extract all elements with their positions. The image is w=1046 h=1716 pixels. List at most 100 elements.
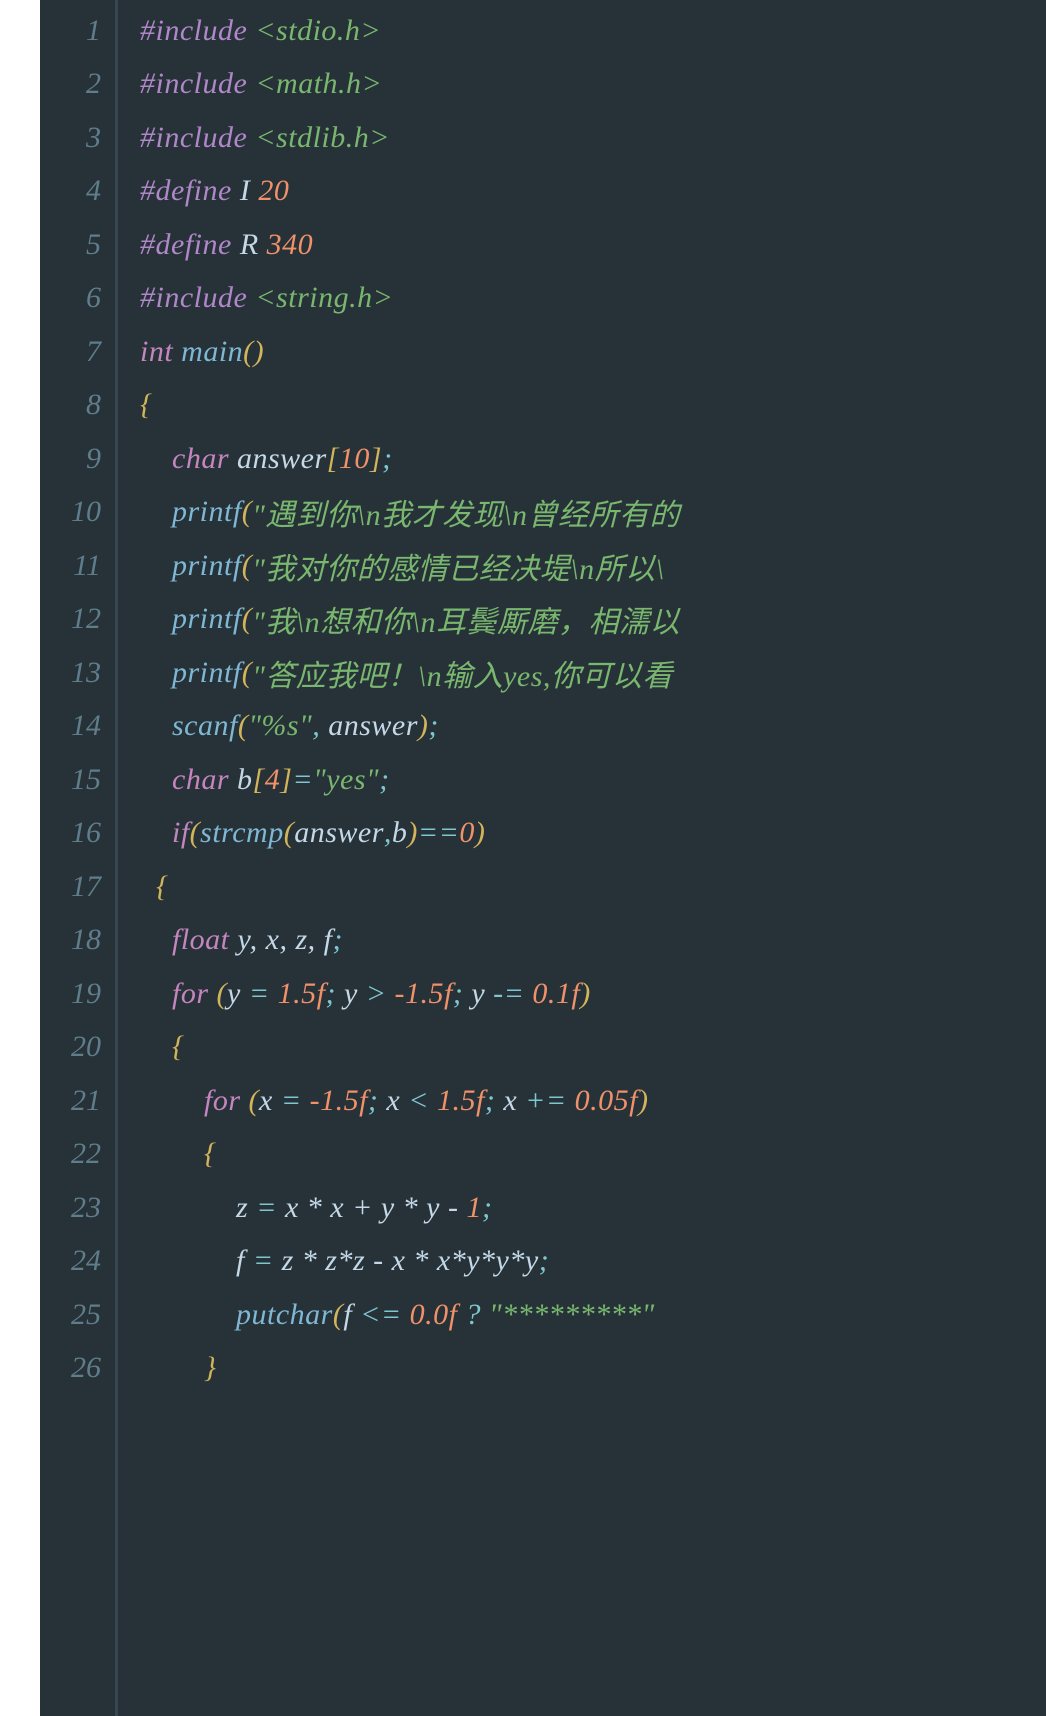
function-call: printf [172, 602, 242, 636]
function-name: main [181, 335, 243, 369]
code-line[interactable]: #define R 340 [140, 218, 1046, 272]
preprocessor: #include [140, 281, 255, 315]
indent [140, 1030, 172, 1064]
code-line[interactable]: { [140, 1128, 1046, 1182]
line-number: 18 [40, 914, 115, 968]
bracket: [ [327, 442, 339, 476]
variable: x [386, 1084, 408, 1118]
code-line[interactable]: #include <stdlib.h> [140, 111, 1046, 165]
define: #define [140, 174, 240, 208]
type: int [140, 335, 181, 369]
code-line[interactable]: #include <math.h> [140, 58, 1046, 112]
line-number: 10 [40, 486, 115, 540]
keyword: for [204, 1084, 249, 1118]
string: "答应我吧！\n输入yes,你可以看 [252, 651, 673, 695]
include-path: <string.h> [255, 281, 393, 315]
line-number: 14 [40, 700, 115, 754]
define: #define [140, 228, 240, 262]
variable: x [503, 1084, 525, 1118]
code-line[interactable]: float y, x, z, f; [140, 914, 1046, 968]
variable: y [344, 977, 366, 1011]
line-number: 11 [40, 539, 115, 593]
paren: ( [217, 977, 228, 1011]
string: "遇到你\n我才发现\n曾经所有的 [252, 490, 680, 534]
bracket: ] [370, 442, 382, 476]
code-line[interactable]: { [140, 379, 1046, 433]
code-line[interactable]: #define I 20 [140, 165, 1046, 219]
semicolon: ; [368, 1084, 387, 1118]
operator: < [408, 1084, 437, 1118]
code-line[interactable]: printf("遇到你\n我才发现\n曾经所有的 [140, 486, 1046, 540]
paren: ) [407, 816, 418, 850]
operator: = [292, 763, 313, 797]
preprocessor: #include [140, 14, 255, 48]
indent [140, 1084, 204, 1118]
function-call: printf [172, 549, 242, 583]
semicolon: ; [333, 923, 344, 957]
variable: b [392, 816, 408, 850]
operator: > [366, 977, 395, 1011]
include-path: <math.h> [255, 67, 382, 101]
function-call: printf [172, 495, 242, 529]
code-text-area[interactable]: #include <stdio.h> #include <math.h> #in… [118, 0, 1046, 1716]
paren: ( [242, 549, 253, 583]
indent [140, 1351, 204, 1385]
code-line[interactable]: int main() [140, 325, 1046, 379]
variable-list: y, x, z, f [238, 923, 333, 957]
code-line[interactable]: char answer[10]; [140, 432, 1046, 486]
line-number: 12 [40, 593, 115, 647]
preprocessor: #include [140, 67, 255, 101]
line-number: 1 [40, 4, 115, 58]
type: char [172, 442, 237, 476]
code-line[interactable]: f = z * z*z - x * x*y*y*y; [140, 1235, 1046, 1289]
code-line[interactable]: char b[4]="yes"; [140, 753, 1046, 807]
line-number: 4 [40, 165, 115, 219]
line-number: 6 [40, 272, 115, 326]
code-line[interactable]: } [140, 1342, 1046, 1396]
code-line[interactable]: scanf("%s", answer); [140, 700, 1046, 754]
operator: = [249, 977, 278, 1011]
line-number: 3 [40, 111, 115, 165]
code-line[interactable]: { [140, 1021, 1046, 1075]
code-line[interactable]: #include <string.h> [140, 272, 1046, 326]
number: 0.1f [532, 977, 580, 1011]
paren: ( [249, 1084, 260, 1118]
line-number: 19 [40, 967, 115, 1021]
operator: <= [360, 1298, 410, 1332]
operator: = [281, 1084, 310, 1118]
code-line[interactable]: printf("我对你的感情已经决堤\n所以\ [140, 539, 1046, 593]
indent [140, 1298, 236, 1332]
code-line[interactable]: printf("我\n想和你\n耳鬓厮磨，相濡以 [140, 593, 1046, 647]
semicolon: ; [485, 1084, 504, 1118]
code-line[interactable]: if(strcmp(answer,b)==0) [140, 807, 1046, 861]
code-line[interactable]: printf("答应我吧！\n输入yes,你可以看 [140, 646, 1046, 700]
indent [140, 923, 172, 957]
code-line[interactable]: z = x * x + y * y - 1; [140, 1181, 1046, 1235]
brace: } [204, 1351, 217, 1385]
indent [140, 549, 172, 583]
ternary: ? [466, 1298, 490, 1332]
left-margin [0, 0, 40, 1716]
variable: answer [237, 442, 327, 476]
semicolon: ; [379, 763, 390, 797]
paren: ( [284, 816, 295, 850]
indent [140, 602, 172, 636]
indent [140, 1137, 204, 1171]
variable: x [259, 1084, 281, 1118]
include-path: <stdlib.h> [255, 121, 390, 155]
code-line[interactable]: for (x = -1.5f; x < 1.5f; x += 0.05f) [140, 1074, 1046, 1128]
code-line[interactable]: putchar(f <= 0.0f ? "*********" [140, 1288, 1046, 1342]
code-line[interactable]: for (y = 1.5f; y > -1.5f; y -= 0.1f) [140, 967, 1046, 1021]
line-number: 13 [40, 646, 115, 700]
number: 1.5f [278, 977, 326, 1011]
code-line[interactable]: #include <stdio.h> [140, 4, 1046, 58]
variable: answer [294, 816, 384, 850]
string: "yes" [313, 763, 379, 797]
indent [140, 763, 172, 797]
line-number: 24 [40, 1235, 115, 1289]
indent [140, 977, 172, 1011]
code-line[interactable]: { [140, 860, 1046, 914]
brace: { [140, 388, 153, 422]
number: 1.5f [437, 1084, 485, 1118]
semicolon: ; [453, 977, 472, 1011]
